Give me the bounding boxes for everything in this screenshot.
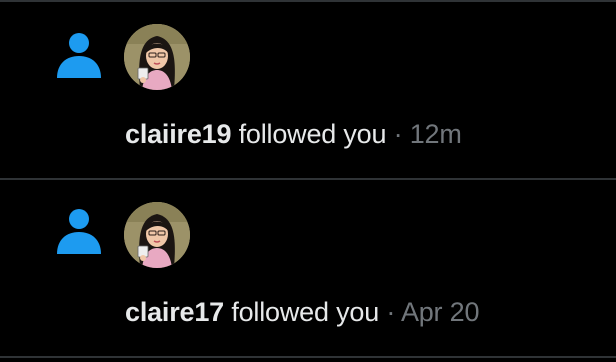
notification-text: claiire19 followed you · 12m <box>125 118 462 150</box>
notification-action: followed you <box>238 119 387 149</box>
notification-time: 12m <box>409 119 462 149</box>
notification-text: claire17 followed you · Apr 20 <box>125 296 479 328</box>
notification-item[interactable]: claiire19 followed you · 12m <box>0 2 616 178</box>
notification-item[interactable]: claire17 followed you · Apr 20 <box>0 180 616 356</box>
person-icon <box>56 32 102 80</box>
username-link[interactable]: claire17 <box>125 297 224 327</box>
username-link[interactable]: claiire19 <box>125 119 231 149</box>
separator-dot: · <box>393 119 403 149</box>
bottom-divider <box>0 356 616 358</box>
notifications-screen: { "colors": { "background": "#000000", "… <box>0 0 616 362</box>
separator-dot: · <box>386 297 396 327</box>
user-avatar[interactable] <box>124 202 190 268</box>
person-icon <box>56 208 102 256</box>
user-avatar[interactable] <box>124 24 190 90</box>
notification-action: followed you <box>231 297 380 327</box>
notification-time: Apr 20 <box>400 297 480 327</box>
